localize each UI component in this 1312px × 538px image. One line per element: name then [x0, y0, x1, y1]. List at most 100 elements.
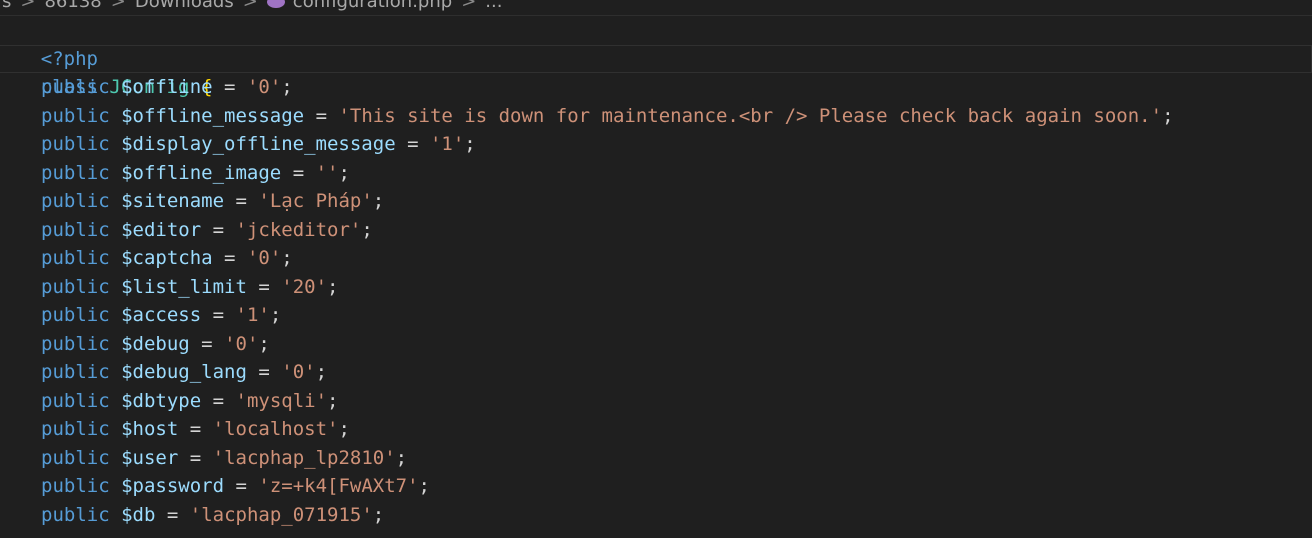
property-name: $list_limit: [121, 275, 247, 298]
code-line[interactable]: public $list_limit = '20';: [0, 273, 1312, 302]
code-line[interactable]: public $sitename = 'Lạc Pháp';: [0, 187, 1312, 216]
breadcrumb-separator: >: [242, 0, 258, 12]
property-value: '0': [246, 247, 282, 269]
php-open-tag: <?php: [40, 47, 98, 70]
property-value: 'jckeditor': [235, 218, 362, 241]
code-line[interactable]: public $dbtype = 'mysqli';: [0, 387, 1312, 416]
assign-operator: =: [395, 133, 430, 155]
property-value: 'z=+k4[FwAXt7': [258, 475, 419, 497]
assign-operator: =: [281, 161, 316, 184]
breadcrumb-item-user[interactable]: s: [0, 0, 13, 12]
property-name: $user: [121, 446, 179, 469]
semicolon: ;: [464, 133, 476, 155]
assign-operator: =: [212, 76, 247, 98]
property-name: $password: [121, 475, 225, 497]
assign-operator: =: [178, 446, 213, 469]
code-line[interactable]: public $display_offline_message = '1';: [0, 130, 1312, 159]
public-keyword: public: [41, 361, 110, 383]
property-name: $debug: [121, 332, 190, 355]
property-value: 'localhost': [212, 418, 339, 440]
semicolon: ;: [281, 247, 293, 269]
code-line[interactable]: public $db = 'lacphap_071915';: [0, 501, 1312, 530]
breadcrumb-file-label: configuration.php: [292, 0, 453, 12]
breadcrumb-item-user-folder[interactable]: 86138: [42, 0, 103, 12]
property-name: $offline_image: [121, 161, 282, 184]
code-line[interactable]: <?php: [0, 16, 1312, 70]
property-value: '0': [224, 332, 259, 355]
property-value: '0': [281, 361, 316, 383]
property-name: $offline: [121, 76, 213, 98]
property-name: $host: [121, 418, 179, 440]
public-keyword: public: [41, 389, 110, 412]
breadcrumb-item-file[interactable]: configuration.php: [265, 0, 454, 12]
assign-operator: =: [304, 104, 339, 127]
code-line[interactable]: public $debug_lang = '0';: [0, 358, 1312, 387]
semicolon: ;: [372, 190, 385, 212]
semicolon: ;: [327, 275, 339, 298]
property-value: 'lacphap_lp2810': [212, 446, 396, 469]
property-value: '1': [429, 133, 465, 155]
property-value: '0': [246, 76, 282, 98]
semicolon: ;: [372, 503, 385, 526]
assign-operator: =: [201, 389, 236, 412]
code-line[interactable]: public $user = 'lacphap_lp2810';: [0, 444, 1312, 473]
semicolon: ;: [258, 332, 270, 355]
public-keyword: public: [41, 304, 110, 326]
public-keyword: public: [41, 332, 110, 355]
property-value: 'Lạc Pháp': [258, 190, 373, 212]
code-line[interactable]: public $password = 'z=+k4[FwAXt7';: [0, 472, 1312, 501]
property-name: $editor: [121, 218, 202, 241]
breadcrumb-item-symbol[interactable]: ...: [483, 0, 504, 12]
code-line[interactable]: public $offline_message = 'This site is …: [0, 102, 1312, 131]
semicolon: ;: [281, 76, 293, 98]
code-line[interactable]: public $host = 'localhost';: [0, 415, 1312, 444]
breadcrumb: s > 86138 > Downloads > configuration.ph…: [0, 0, 1312, 14]
semicolon: ;: [361, 218, 373, 241]
semicolon: ;: [315, 361, 328, 383]
code-line[interactable]: public $captcha = '0';: [0, 244, 1312, 273]
code-line[interactable]: public $access = '1';: [0, 301, 1312, 330]
assign-operator: =: [224, 475, 259, 497]
property-value: 'lacphap_071915': [189, 503, 373, 526]
semicolon: ;: [418, 475, 430, 497]
semicolon: ;: [338, 418, 350, 440]
assign-operator: =: [178, 418, 213, 440]
property-value: 'mysqli': [235, 389, 328, 412]
code-line[interactable]: class JConfig {: [0, 44, 1312, 98]
assign-operator: =: [212, 247, 247, 269]
semicolon: ;: [395, 446, 408, 469]
assign-operator: =: [189, 332, 225, 355]
semicolon: ;: [1162, 104, 1174, 127]
assign-operator: =: [246, 361, 282, 383]
property-value: '': [315, 161, 339, 184]
public-keyword: public: [41, 133, 110, 155]
property-name: $sitename: [121, 190, 225, 212]
property-name: $offline_message: [121, 104, 305, 127]
public-keyword: public: [41, 104, 110, 127]
code-line[interactable]: public $offline = '0';: [0, 73, 1312, 102]
property-name: $debug_lang: [121, 361, 247, 383]
property-value: 'This site is down for maintenance.<br /…: [338, 104, 1163, 127]
breadcrumb-separator: >: [20, 0, 36, 12]
public-keyword: public: [41, 190, 110, 212]
semicolon: ;: [327, 389, 339, 412]
code-line[interactable]: public $offline_image = '';: [0, 159, 1312, 188]
breadcrumb-item-downloads[interactable]: Downloads: [133, 0, 236, 12]
property-list: public $offline = '0'; public $offline_me…: [0, 73, 1312, 529]
assign-operator: =: [155, 503, 190, 526]
assign-operator: =: [201, 304, 236, 326]
property-name: $db: [121, 503, 156, 526]
breadcrumb-separator: >: [461, 0, 477, 12]
property-value: '1': [235, 304, 270, 326]
code-line[interactable]: public $debug = '0';: [0, 330, 1312, 359]
public-keyword: public: [41, 446, 110, 469]
assign-operator: =: [201, 218, 236, 241]
public-keyword: public: [41, 503, 110, 526]
code-editor[interactable]: <?php class JConfig { public $offline = …: [0, 16, 1312, 529]
assign-operator: =: [224, 190, 259, 212]
property-name: $access: [121, 304, 202, 326]
public-keyword: public: [41, 418, 110, 440]
property-name: $captcha: [121, 247, 213, 269]
php-file-icon: [266, 0, 285, 8]
code-line[interactable]: public $editor = 'jckeditor';: [0, 216, 1312, 245]
